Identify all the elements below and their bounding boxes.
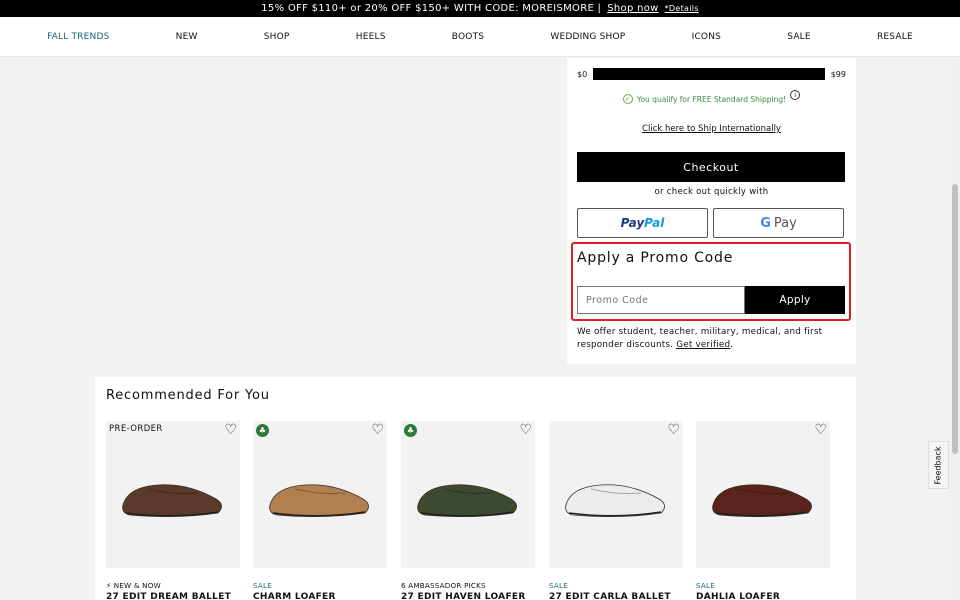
shipping-progress: $0 $99 <box>577 68 846 80</box>
shoe-illustration <box>122 483 222 517</box>
nav-item-heels[interactable]: HEELS <box>356 32 386 42</box>
nav-item-sale[interactable]: SALE <box>787 32 811 42</box>
product-tag: ⚡ NEW & NOW <box>106 581 161 590</box>
page-scrollbar[interactable] <box>950 58 960 600</box>
product-name[interactable]: 27 EDIT HAVEN LOAFER <box>401 592 535 600</box>
product-name[interactable]: 27 EDIT CARLA BALLET <box>549 592 683 600</box>
product-card[interactable]: ♣ ♡ 6 AMBASSADOR PICKS 27 EDIT HAVEN LOA… <box>401 421 535 600</box>
product-name[interactable]: 27 EDIT DREAM BALLET <box>106 592 240 600</box>
free-shipping-notice: ✓ You qualify for FREE Standard Shipping… <box>577 90 846 104</box>
discount-info: We offer student, teacher, military, med… <box>577 327 823 350</box>
info-icon[interactable]: i <box>790 90 801 100</box>
heart-icon[interactable]: ♡ <box>371 423 384 437</box>
product-image[interactable]: ♣ ♡ <box>253 421 387 568</box>
heart-icon[interactable]: ♡ <box>224 423 237 437</box>
recommended-section: Recommended For You PRE-ORDER ♡ ⚡ NEW & … <box>95 377 856 600</box>
product-card[interactable]: PRE-ORDER ♡ ⚡ NEW & NOW 27 EDIT DREAM BA… <box>106 421 240 600</box>
google-g-icon: G <box>760 215 771 231</box>
feedback-tab[interactable]: Feedback <box>928 441 949 489</box>
progress-max-label: $99 <box>830 69 846 79</box>
checkout-button[interactable]: Checkout <box>577 152 845 182</box>
nav-item-resale[interactable]: RESALE <box>877 32 913 42</box>
order-summary-panel: $0 $99 ✓ You qualify for FREE Standard S… <box>567 58 856 364</box>
nav-item-new[interactable]: NEW <box>176 32 198 42</box>
nav-item-shop[interactable]: SHOP <box>264 32 290 42</box>
apply-promo-button[interactable]: Apply <box>745 286 845 314</box>
get-verified-link[interactable]: Get verified <box>676 340 730 350</box>
recommended-title: Recommended For You <box>106 388 270 403</box>
promo-code-input[interactable] <box>577 286 745 314</box>
quick-checkout-text: or check out quickly with <box>654 187 769 197</box>
product-name[interactable]: DAHLIA LOAFER <box>696 592 830 600</box>
shoe-illustration <box>712 483 812 517</box>
product-name[interactable]: CHARM LOAFER <box>253 592 387 600</box>
scrollbar-thumb[interactable] <box>952 184 958 454</box>
shoe-illustration <box>417 483 517 517</box>
progress-min-label: $0 <box>577 69 588 79</box>
promo-banner-text: 15% OFF $110+ or 20% OFF $150+ WITH CODE… <box>261 3 602 14</box>
product-tag: SALE <box>253 581 272 590</box>
promo-code-section: Apply a Promo Code Apply <box>571 242 851 321</box>
google-pay-button[interactable]: G Pay <box>713 208 844 238</box>
product-card[interactable]: ♣ ♡ SALE CHARM LOAFER <box>253 421 387 600</box>
heart-icon[interactable]: ♡ <box>667 423 680 437</box>
nav-item-boots[interactable]: BOOTS <box>452 32 484 42</box>
qualify-text: You qualify for FREE Standard Shipping! <box>636 94 787 104</box>
heart-icon[interactable]: ♡ <box>519 423 532 437</box>
check-circle-icon: ✓ <box>622 94 633 104</box>
promo-banner: 15% OFF $110+ or 20% OFF $150+ WITH CODE… <box>0 0 960 17</box>
paypal-logo: PayPal <box>620 216 665 230</box>
progress-fill <box>593 68 825 80</box>
promo-title: Apply a Promo Code <box>577 250 734 266</box>
ship-international-link[interactable]: Click here to Ship Internationally <box>577 124 846 134</box>
feedback-label: Feedback <box>934 445 944 485</box>
heart-icon[interactable]: ♡ <box>814 423 827 437</box>
shoe-illustration <box>269 483 369 517</box>
product-card[interactable]: ♡ SALE 27 EDIT CARLA BALLET <box>549 421 683 600</box>
eco-badge-icon: ♣ <box>404 424 417 437</box>
product-image[interactable]: ♡ <box>696 421 830 568</box>
product-image[interactable]: PRE-ORDER ♡ <box>106 421 240 568</box>
product-tag: SALE <box>696 581 715 590</box>
paypal-button[interactable]: PayPal <box>577 208 708 238</box>
preorder-badge: PRE-ORDER <box>109 424 163 434</box>
product-image[interactable]: ♡ <box>549 421 683 568</box>
product-card[interactable]: ♡ SALE DAHLIA LOAFER <box>696 421 830 600</box>
shop-now-link[interactable]: Shop now <box>607 3 658 14</box>
shoe-illustration <box>565 483 665 517</box>
nav-item-wedding-shop[interactable]: WEDDING SHOP <box>550 32 625 42</box>
nav-item-icons[interactable]: ICONS <box>692 32 721 42</box>
eco-badge-icon: ♣ <box>256 424 269 437</box>
nav-item-fall-trends[interactable]: FALL TRENDS <box>47 32 109 42</box>
details-link[interactable]: *Details <box>665 4 699 13</box>
google-pay-label: Pay <box>773 215 797 231</box>
main-nav: FALL TRENDS NEW SHOP HEELS BOOTS WEDDING… <box>0 17 960 57</box>
progress-track <box>593 68 825 80</box>
product-tag: SALE <box>549 581 568 590</box>
product-tag: 6 AMBASSADOR PICKS <box>401 581 486 590</box>
product-image[interactable]: ♣ ♡ <box>401 421 535 568</box>
